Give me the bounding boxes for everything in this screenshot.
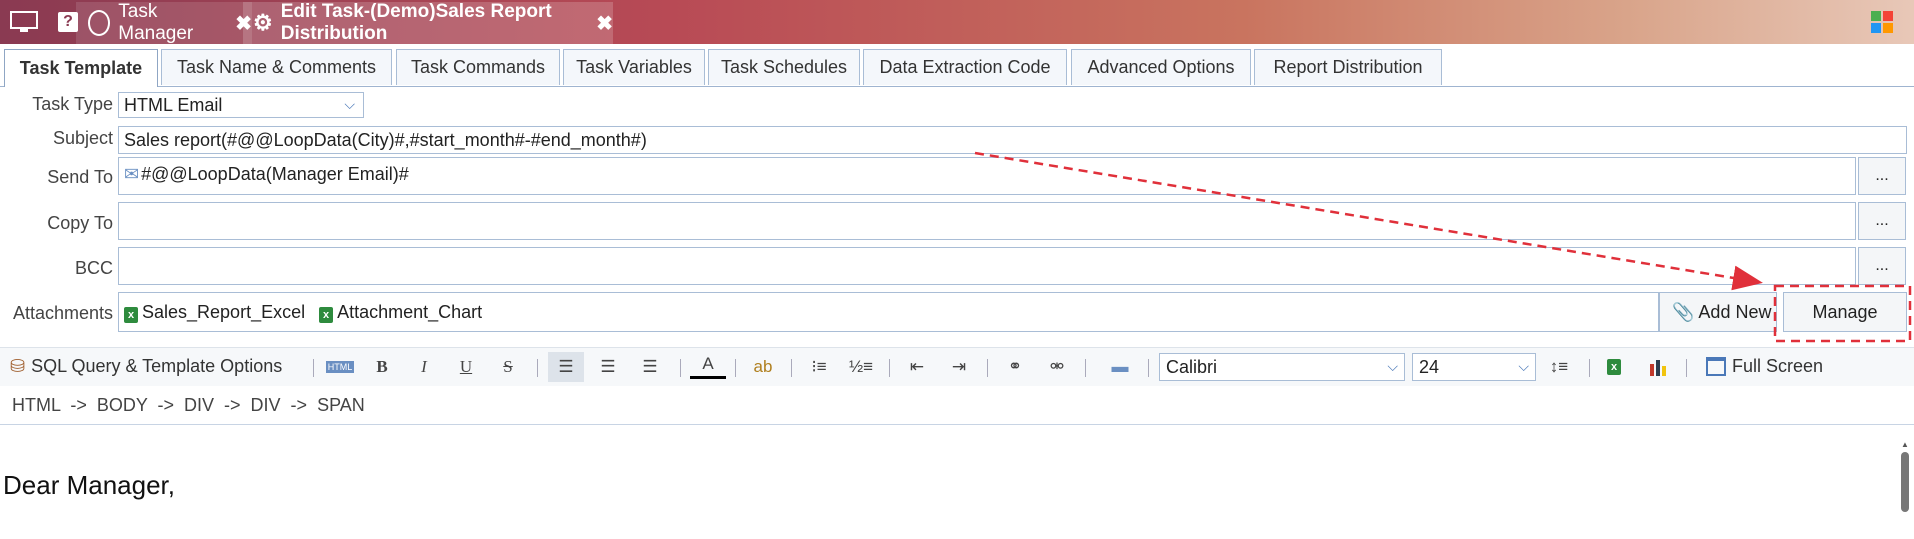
chevron-down-icon: ⌵ [1518,358,1529,374]
excel-insert-icon[interactable]: x [1598,352,1634,382]
toolbar-separator [1148,359,1149,377]
align-right-icon[interactable]: ☰ [632,352,668,382]
toolbar-separator [313,359,314,377]
line-height-icon[interactable]: ↕≡ [1541,352,1577,382]
bold-icon[interactable]: B [364,352,400,382]
sql-template-label: SQL Query & Template Options [31,356,283,376]
scrollbar-thumb[interactable] [1901,452,1909,512]
breadcrumb: HTML -> BODY -> DIV -> DIV -> SPAN [0,386,1914,425]
toolbar-separator [680,359,681,377]
indent-icon[interactable]: ⇥ [941,352,977,382]
editor-area[interactable]: Dear Manager, [0,425,1914,539]
strikethrough-icon[interactable]: S [490,352,526,382]
annotation-box [1773,284,1912,343]
database-icon: ⛁ [10,356,26,376]
toolbar-separator [735,359,736,377]
font-color-icon[interactable]: A [690,352,726,379]
link-icon[interactable]: ⚭ [997,352,1033,382]
italic-icon[interactable]: I [406,352,442,382]
scrollbar[interactable]: ▲ [1900,440,1910,535]
toolbar-separator [537,359,538,377]
html-source-icon[interactable]: HTML [322,352,358,382]
toolbar-separator [987,359,988,377]
window-icon [1706,357,1726,376]
annotation-arrow [974,151,1763,291]
align-center-icon[interactable]: ☰ [590,352,626,382]
toolbar-separator [1589,359,1590,377]
horizontal-rule-icon[interactable]: ▬ [1102,352,1138,382]
font-family-value: Calibri [1166,356,1218,377]
toolbar-separator [889,359,890,377]
breadcrumb-path: HTML -> BODY -> DIV -> DIV -> SPAN [12,394,365,415]
sql-template-options-button[interactable]: ⛁ SQL Query & Template Options [10,356,282,377]
numbered-list-icon[interactable]: ½≡ [843,352,879,382]
chart-insert-icon[interactable] [1640,352,1676,382]
outdent-icon[interactable]: ⇤ [899,352,935,382]
editor-toolbar: ⛁ SQL Query & Template Options HTML B I … [0,347,1914,386]
font-size-value: 24 [1419,356,1440,377]
bullet-list-icon[interactable]: ⁝≡ [801,352,837,382]
font-family-select[interactable]: Calibri ⌵ [1159,353,1405,381]
toolbar-separator [1686,359,1687,377]
toolbar-separator [791,359,792,377]
font-size-select[interactable]: 24 ⌵ [1412,353,1536,381]
editor-text: Dear Manager, [3,470,175,500]
unlink-icon[interactable]: ⚮ [1039,352,1075,382]
chevron-down-icon: ⌵ [1387,358,1398,374]
align-left-icon[interactable]: ☰ [548,352,584,382]
toolbar-separator [1085,359,1086,377]
underline-icon[interactable]: U [448,352,484,382]
highlight-icon[interactable]: ab [745,352,781,382]
full-screen-label: Full Screen [1732,356,1824,376]
full-screen-button[interactable]: Full Screen [1706,356,1823,377]
